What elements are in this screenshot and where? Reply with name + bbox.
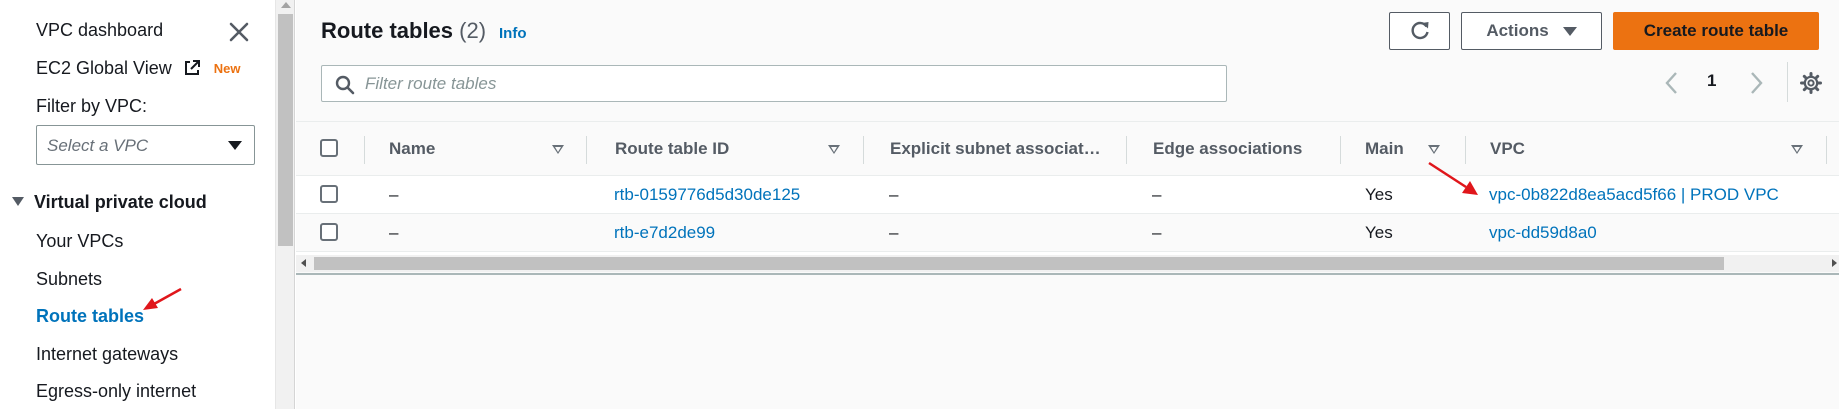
column-header-vpc[interactable]: VPC <box>1490 139 1525 159</box>
main-content: Route tables (2) Info Actions Create rou… <box>296 0 1839 409</box>
actions-button[interactable]: Actions <box>1461 12 1602 50</box>
row-checkbox[interactable] <box>320 223 338 241</box>
annotation-arrow-vpc <box>1428 161 1478 195</box>
vpc-filter-select[interactable]: Select a VPC <box>36 125 255 165</box>
cell-name: – <box>389 185 399 204</box>
info-link[interactable]: Info <box>499 25 527 42</box>
column-divider[interactable] <box>586 136 587 164</box>
new-badge: New <box>213 61 241 76</box>
collapse-triangle-icon <box>12 197 24 206</box>
row-checkbox[interactable] <box>320 185 338 203</box>
column-header-name[interactable]: Name <box>389 139 435 159</box>
column-divider <box>364 136 365 164</box>
sort-icon[interactable] <box>1428 145 1440 154</box>
sidebar-item-internet-gateways[interactable]: Internet gateways <box>36 344 178 365</box>
page-title: Route tables (2) <box>321 18 486 44</box>
cell-name: – <box>389 223 399 242</box>
sidebar-scrollbar[interactable] <box>275 0 295 409</box>
refresh-button[interactable] <box>1389 12 1450 50</box>
vpc-select-placeholder: Select a VPC <box>47 136 149 155</box>
create-route-table-button[interactable]: Create route table <box>1613 12 1819 50</box>
current-page-number[interactable]: 1 <box>1707 71 1716 91</box>
cell-edge-associations: – <box>1152 185 1162 204</box>
column-header-main[interactable]: Main <box>1365 139 1404 159</box>
cell-explicit-subnet: – <box>889 185 899 204</box>
chevron-right-icon[interactable] <box>1748 70 1764 96</box>
actions-label: Actions <box>1486 21 1549 40</box>
sidebar-item-vpc-dashboard[interactable]: VPC dashboard <box>36 20 163 41</box>
section-virtual-private-cloud[interactable]: Virtual private cloud <box>12 192 207 213</box>
create-route-table-label: Create route table <box>1643 21 1789 40</box>
pager-divider <box>1787 62 1788 102</box>
scrollbar-thumb[interactable] <box>278 14 293 246</box>
cell-main: Yes <box>1365 185 1393 204</box>
filter-by-vpc-label: Filter by VPC: <box>36 96 148 116</box>
sidebar-item-your-vpcs[interactable]: Your VPCs <box>36 231 123 252</box>
select-all-checkbox[interactable] <box>320 139 338 157</box>
filter-route-tables-input[interactable] <box>365 72 1205 96</box>
cell-vpc-link[interactable]: vpc-dd59d8a0 <box>1489 223 1597 243</box>
caret-down-icon <box>228 141 242 150</box>
close-icon[interactable] <box>227 20 251 44</box>
scroll-up-arrow-icon[interactable] <box>281 2 291 8</box>
sort-icon[interactable] <box>1791 145 1803 154</box>
column-header-route-table-id[interactable]: Route table ID <box>615 139 729 159</box>
caret-down-icon <box>1562 26 1577 36</box>
scroll-left-arrow-icon[interactable] <box>301 259 306 267</box>
cell-edge-associations: – <box>1152 223 1162 242</box>
sidebar: VPC dashboard EC2 Global View New Filter… <box>0 0 274 409</box>
page-title-text: Route tables <box>321 18 454 43</box>
cell-route-table-id-link[interactable]: rtb-0159776d5d30de125 <box>614 185 800 205</box>
column-header-edge-associations[interactable]: Edge associations <box>1153 139 1302 159</box>
sidebar-item-ec2-global-view[interactable]: EC2 Global View New <box>36 58 241 79</box>
sidebar-item-subnets[interactable]: Subnets <box>36 269 102 290</box>
ec2-global-view-label[interactable]: EC2 Global View <box>36 58 172 78</box>
chevron-left-icon[interactable] <box>1664 70 1680 96</box>
cell-vpc-link[interactable]: vpc-0b822d8ea5acd5f66 | PROD VPC <box>1489 185 1779 205</box>
section-title: Virtual private cloud <box>34 192 207 212</box>
gear-icon[interactable] <box>1799 71 1823 95</box>
table-horizontal-scrollbar[interactable] <box>296 255 1839 272</box>
search-icon <box>335 75 355 95</box>
scroll-right-arrow-icon[interactable] <box>1832 259 1837 267</box>
table-row[interactable]: – rtb-0159776d5d30de125 – – Yes vpc-0b82… <box>296 176 1839 214</box>
scrollbar-thumb[interactable] <box>314 257 1724 270</box>
sidebar-item-route-tables[interactable]: Route tables <box>36 306 144 327</box>
column-divider[interactable] <box>1826 136 1827 164</box>
table-row[interactable]: – rtb-e7d2de99 – – Yes vpc-dd59d8a0 <box>296 214 1839 252</box>
sidebar-item-egress-only-internet[interactable]: Egress-only internet <box>36 381 196 402</box>
route-table-count: (2) <box>459 18 487 43</box>
cell-main: Yes <box>1365 223 1393 242</box>
sort-icon[interactable] <box>828 145 840 154</box>
column-divider[interactable] <box>1340 136 1341 164</box>
column-divider[interactable] <box>863 136 864 164</box>
external-link-icon <box>184 60 200 75</box>
sort-icon[interactable] <box>552 145 564 154</box>
cell-explicit-subnet: – <box>889 223 899 242</box>
column-header-explicit-subnet[interactable]: Explicit subnet associat… <box>890 139 1101 159</box>
table-header: Name Route table ID Explicit subnet asso… <box>296 122 1839 176</box>
annotation-arrow-route-tables <box>143 287 182 310</box>
column-divider[interactable] <box>1126 136 1127 164</box>
split-panel-divider[interactable] <box>296 273 1839 275</box>
cell-route-table-id-link[interactable]: rtb-e7d2de99 <box>614 223 715 243</box>
filter-route-tables-field[interactable] <box>321 65 1227 102</box>
refresh-icon <box>1410 21 1429 40</box>
route-tables-table: Name Route table ID Explicit subnet asso… <box>296 121 1839 272</box>
